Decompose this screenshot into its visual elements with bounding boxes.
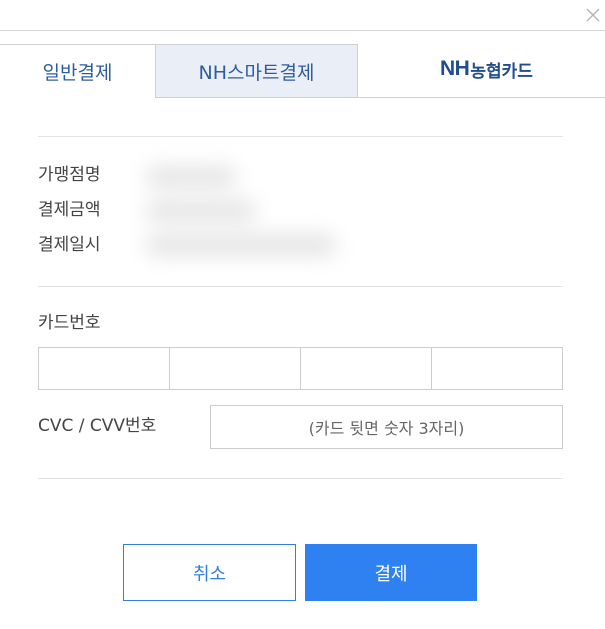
- merchant-label: 가맹점명: [38, 165, 101, 185]
- section-divider: [38, 136, 563, 137]
- payment-dialog: 일반결제 NH스마트결제 NH 농협카드 가맹점명 결제금액 결제일시 카드번호 …: [0, 0, 605, 629]
- section-divider: [38, 478, 563, 479]
- cvc-input[interactable]: (카드 뒷면 숫자 3자리): [210, 405, 563, 449]
- cvc-placeholder: (카드 뒷면 숫자 3자리): [308, 419, 465, 438]
- card-number-input-3[interactable]: [300, 347, 432, 390]
- logo-prefix: NH: [440, 57, 470, 80]
- header-divider: [0, 30, 605, 31]
- cvc-label: CVC / CVV번호: [38, 416, 157, 436]
- section-divider: [38, 286, 563, 287]
- card-number-input-1[interactable]: [38, 347, 170, 390]
- tab-general-payment[interactable]: 일반결제: [0, 44, 156, 98]
- datetime-label: 결제일시: [38, 235, 101, 255]
- tab-nh-smart-payment[interactable]: NH스마트결제: [156, 44, 358, 98]
- close-icon: [586, 8, 600, 22]
- pay-button[interactable]: 결제: [305, 544, 477, 601]
- card-number-input-4[interactable]: [431, 347, 563, 390]
- nh-card-logo: NH 농협카드: [440, 54, 533, 84]
- logo-suffix: 농협카드: [470, 61, 533, 81]
- card-number-label: 카드번호: [38, 313, 101, 333]
- redacted-payment-info: [136, 158, 341, 264]
- close-button[interactable]: [584, 6, 602, 24]
- cancel-button[interactable]: 취소: [123, 544, 296, 601]
- amount-label: 결제금액: [38, 200, 101, 220]
- payment-tabs: 일반결제 NH스마트결제 NH 농협카드: [0, 44, 605, 98]
- card-number-input-2[interactable]: [169, 347, 301, 390]
